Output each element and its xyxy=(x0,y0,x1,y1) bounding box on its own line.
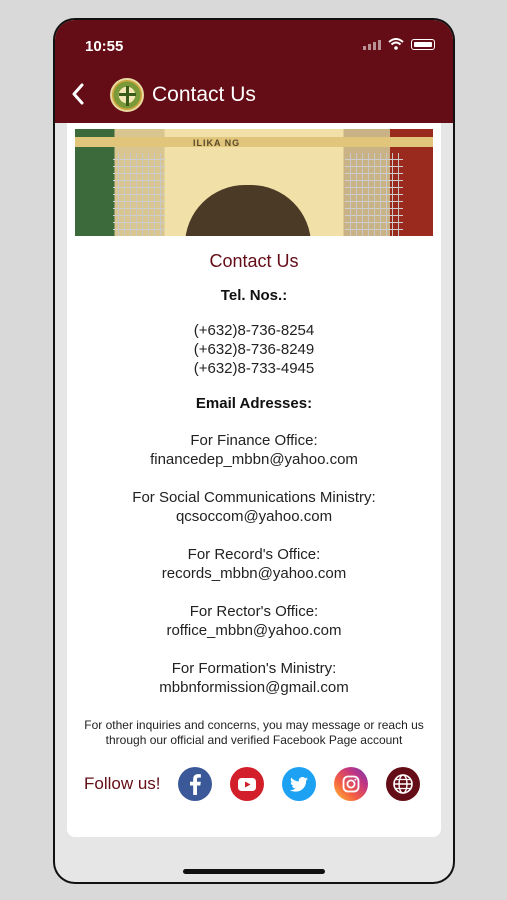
home-indicator[interactable] xyxy=(183,869,325,874)
follow-label: Follow us! xyxy=(84,774,161,793)
email-item: For Record's Office: records_mbbn@yahoo.… xyxy=(67,545,441,583)
status-icons xyxy=(363,38,435,50)
wifi-icon xyxy=(388,38,404,50)
website-button[interactable] xyxy=(385,767,420,801)
facebook-icon xyxy=(189,774,201,795)
email-address[interactable]: records_mbbn@yahoo.com xyxy=(67,564,441,583)
email-item: For Social Communications Ministry: qcso… xyxy=(67,488,441,526)
twitter-button[interactable] xyxy=(281,767,316,801)
youtube-button[interactable] xyxy=(229,767,264,801)
youtube-icon xyxy=(237,777,256,791)
app-header: 10:55 Contact Us xyxy=(55,20,453,123)
email-address[interactable]: roffice_mbbn@yahoo.com xyxy=(67,621,441,640)
email-item: For Rector's Office: roffice_mbbn@yahoo.… xyxy=(67,602,441,640)
globe-icon xyxy=(392,774,413,794)
email-label: Email Adresses: xyxy=(195,395,313,412)
email-address[interactable]: financedep_mbbn@yahoo.com xyxy=(67,450,441,469)
inquiry-note: For other inquiries and concerns, you ma… xyxy=(84,718,424,747)
instagram-button[interactable] xyxy=(333,767,368,801)
chevron-left-icon xyxy=(72,83,84,105)
phone-list: (+632)8-736-8254 (+632)8-736-8249 (+632)… xyxy=(67,321,441,378)
email-office-label: For Formation's Ministry: xyxy=(171,660,337,677)
email-address[interactable]: mbbnformission@gmail.com xyxy=(67,678,441,697)
battery-icon xyxy=(411,38,435,50)
email-office-label: For Finance Office: xyxy=(190,432,318,449)
church-banner-image: ILIKA NG xyxy=(75,129,433,236)
tel-label: Tel. Nos.: xyxy=(220,287,288,304)
twitter-icon xyxy=(289,776,308,792)
facebook-button[interactable] xyxy=(177,767,212,801)
phone-number[interactable]: (+632)8-736-8249 xyxy=(67,340,441,359)
email-office-label: For Social Communications Ministry: xyxy=(132,489,376,506)
signal-icon xyxy=(363,39,381,50)
email-office-label: For Rector's Office: xyxy=(189,603,319,620)
page-title: Contact Us xyxy=(152,83,256,106)
status-time: 10:55 xyxy=(85,38,124,55)
email-item: For Formation's Ministry: mbbnformission… xyxy=(67,659,441,697)
phone-number[interactable]: (+632)8-736-8254 xyxy=(67,321,441,340)
email-address[interactable]: qcsoccom@yahoo.com xyxy=(67,507,441,526)
email-office-label: For Record's Office: xyxy=(187,546,321,563)
instagram-icon xyxy=(342,775,359,793)
app-screen: 10:55 Contact Us ILIKA NG Contact Us Tel… xyxy=(55,20,453,882)
email-item: For Finance Office: financedep_mbbn@yaho… xyxy=(67,431,441,469)
app-logo-icon xyxy=(110,78,144,112)
banner-sign: ILIKA NG xyxy=(193,138,241,148)
contact-title: Contact Us xyxy=(209,251,299,271)
phone-frame: 10:55 Contact Us ILIKA NG Contact Us Tel… xyxy=(53,18,455,884)
contact-card: ILIKA NG Contact Us Tel. Nos.: (+632)8-7… xyxy=(67,123,441,837)
follow-us-row: Follow us! xyxy=(67,767,441,801)
phone-number[interactable]: (+632)8-733-4945 xyxy=(67,359,441,378)
back-button[interactable] xyxy=(65,80,91,108)
